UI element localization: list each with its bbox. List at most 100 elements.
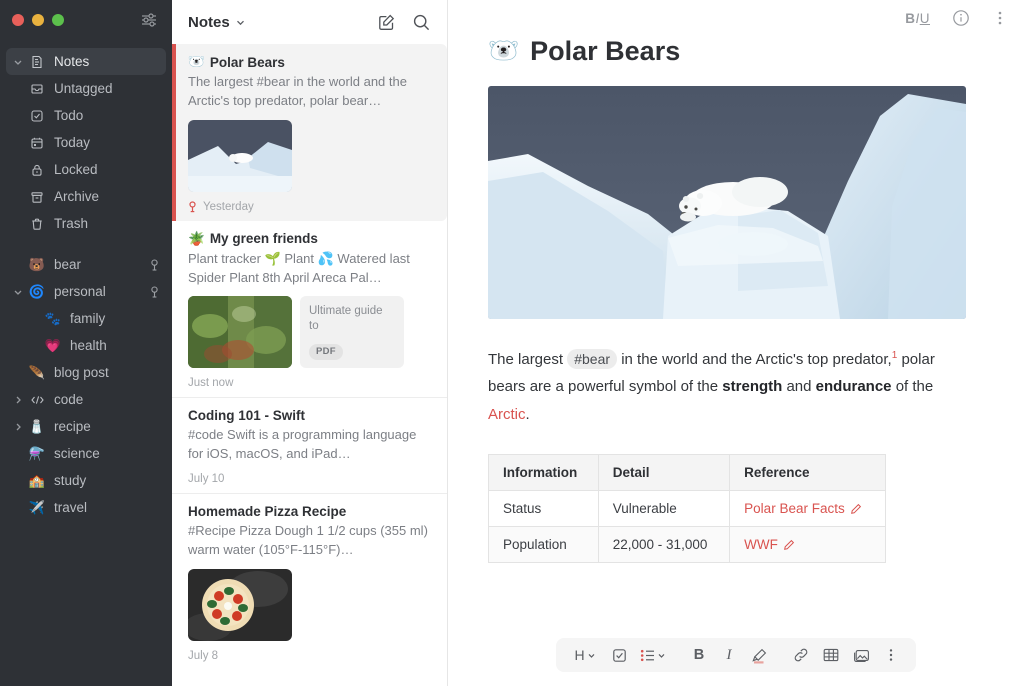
search-icon[interactable] (412, 13, 431, 32)
inline-tag-bear[interactable]: #bear (567, 349, 618, 369)
page-title[interactable]: 🐻‍❄️ Polar Bears (488, 36, 984, 67)
list-dropdown[interactable] (634, 640, 672, 670)
sidebar-item-locked[interactable]: Locked (6, 156, 166, 183)
more-vertical-icon[interactable] (876, 640, 906, 670)
sidebar-item-today[interactable]: Today (6, 129, 166, 156)
edit-pencil-icon[interactable] (783, 539, 795, 551)
lock-icon (26, 163, 48, 177)
sidebar-topbar (0, 0, 172, 40)
note-date: July 10 (188, 473, 225, 486)
page-title-text: Polar Bears (530, 36, 681, 66)
note-list-item-coding-101-swift[interactable]: Coding 101 - Swift #code Swift is a prog… (172, 398, 447, 495)
table-icon[interactable] (816, 640, 846, 670)
link-arctic[interactable]: Arctic (488, 406, 526, 423)
footnote-marker[interactable]: 1 (892, 350, 898, 361)
sidebar-item-bear[interactable]: 🐻 bear (6, 251, 166, 278)
sliders-icon[interactable] (138, 9, 160, 31)
info-icon[interactable] (952, 9, 970, 27)
sidebar-item-untagged[interactable]: Untagged (6, 75, 166, 102)
close-button[interactable] (12, 14, 24, 26)
cell-reference[interactable]: Polar Bear Facts (729, 490, 886, 528)
paragraph-part-6: . (525, 405, 530, 423)
note-list-header: Notes (172, 0, 447, 44)
cell-information: Status (488, 490, 599, 528)
note-meta: July 8 (188, 650, 431, 662)
table-header-detail: Detail (597, 454, 731, 492)
calendar-icon (26, 136, 48, 150)
sidebar-item-label: bear (54, 257, 82, 272)
note-preview: #code Swift is a programming language fo… (188, 427, 417, 462)
note-thumbnail-pizza[interactable] (188, 568, 292, 641)
airplane-icon: ✈️ (28, 500, 46, 515)
hero-image-polar-bear[interactable] (488, 86, 966, 319)
zoom-button[interactable] (52, 14, 64, 26)
chevron-down-icon[interactable] (10, 287, 26, 297)
note-preview: #Recipe Pizza Dough 1 1/2 cups (355 ml) … (188, 523, 428, 557)
note-meta: July 10 (188, 473, 431, 485)
note-list-item-homemade-pizza-recipe[interactable]: Homemade Pizza Recipe #Recipe Pizza Doug… (172, 494, 447, 670)
sidebar-item-family[interactable]: 🐾 family (6, 305, 166, 332)
highlight-icon[interactable] (744, 640, 774, 670)
note-thumbnail-polar-bear[interactable] (188, 119, 292, 192)
sidebar-item-trash[interactable]: Trash (6, 210, 166, 237)
attachment-badge: PDF (309, 344, 343, 361)
note-list-title-dropdown[interactable]: Notes (188, 14, 246, 31)
note-paragraph[interactable]: The largest #bear in the world and the A… (488, 346, 948, 428)
paw-icon: 🐾 (44, 311, 62, 326)
note-preview: Plant tracker 🌱 Plant 💦 Watered last Spi… (188, 250, 410, 285)
text-style-button[interactable]: BIU (905, 11, 930, 26)
sidebar-item-recipe[interactable]: 🧂 recipe (6, 413, 166, 440)
chevron-right-icon[interactable] (10, 422, 26, 432)
note-list-item-polar-bears[interactable]: 🐻‍❄️ Polar Bears The largest #bear in th… (172, 44, 447, 221)
chevron-down-icon[interactable] (10, 57, 26, 67)
compose-icon[interactable] (377, 13, 396, 32)
link-icon[interactable] (786, 640, 816, 670)
note-list-item-my-green-friends[interactable]: 🪴 My green friends Plant tracker 🌱 Plant… (172, 221, 447, 399)
note-date: Yesterday (203, 200, 254, 213)
sidebar-system-list: Notes Untagged Todo Today Locked Archive… (0, 48, 172, 521)
reference-link[interactable]: WWF (744, 537, 795, 552)
sidebar-item-study[interactable]: 🏫 study (6, 467, 166, 494)
sidebar-item-travel[interactable]: ✈️ travel (6, 494, 166, 521)
table-header-reference: Reference (729, 454, 886, 492)
chevron-down-icon[interactable] (235, 17, 246, 28)
italic-button[interactable]: I (714, 640, 744, 670)
sidebar-item-health[interactable]: 💗 health (6, 332, 166, 359)
sidebar-item-notes[interactable]: Notes (6, 48, 166, 75)
sidebar-item-blog-post[interactable]: 🪶 blog post (6, 359, 166, 386)
chevron-right-icon[interactable] (10, 395, 26, 405)
note-table[interactable]: Information Detail Reference Status Vuln… (488, 454, 886, 564)
more-vertical-icon[interactable] (992, 9, 1008, 27)
note-attachment-pdf[interactable]: Ultimate guide to PDF (300, 296, 404, 369)
note-title: 🪴 My green friends (188, 231, 431, 247)
inbox-icon (26, 82, 48, 96)
pin-icon[interactable] (146, 258, 162, 271)
sidebar-item-todo[interactable]: Todo (6, 102, 166, 129)
heading-dropdown[interactable]: H (566, 640, 604, 670)
cell-detail: Vulnerable (597, 490, 731, 528)
traffic-lights (12, 14, 64, 26)
reference-link-text: Polar Bear Facts (744, 501, 845, 517)
edit-pencil-icon[interactable] (850, 503, 862, 515)
note-list-panel: Notes (172, 0, 448, 686)
reference-link[interactable]: Polar Bear Facts (744, 501, 862, 516)
minimize-button[interactable] (32, 14, 44, 26)
sidebar-item-label: science (54, 446, 100, 461)
note-meta: Yesterday (188, 201, 431, 213)
checklist-icon[interactable] (604, 640, 634, 670)
sidebar-item-science[interactable]: ⚗️ science (6, 440, 166, 467)
sidebar-item-label: Trash (54, 216, 89, 231)
pin-icon[interactable] (146, 285, 162, 298)
sidebar-item-archive[interactable]: Archive (6, 183, 166, 210)
bold-button[interactable]: B (684, 640, 714, 670)
sidebar-item-code[interactable]: code (6, 386, 166, 413)
note-list-title: Notes (188, 13, 230, 31)
note-thumbnail-plants[interactable] (188, 296, 292, 369)
image-icon[interactable] (846, 640, 876, 670)
sidebar-item-personal[interactable]: 🌀 personal (6, 278, 166, 305)
table-row[interactable]: Status Vulnerable Polar Bear Facts (488, 490, 886, 528)
cell-reference[interactable]: WWF (729, 526, 886, 564)
table-row[interactable]: Population 22,000 - 31,000 WWF (488, 526, 886, 564)
spiral-icon: 🌀 (28, 284, 46, 299)
sidebar-item-label: Locked (54, 162, 98, 177)
